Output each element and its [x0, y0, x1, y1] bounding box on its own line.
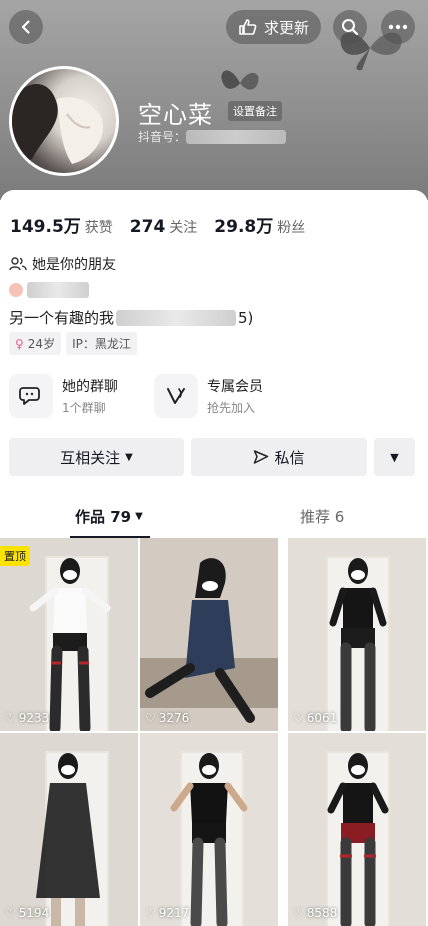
tab-works-label: 作品 79	[75, 508, 132, 526]
video-likes-count: 5194	[18, 906, 50, 920]
person-figure	[170, 753, 248, 926]
video-thumbnail[interactable]: ♡ 9217	[140, 733, 278, 926]
back-button[interactable]	[9, 10, 43, 44]
membership-text: 专属会员 抢先加入	[207, 376, 263, 416]
person-figure	[329, 558, 387, 731]
video-likes-count: 9233	[18, 711, 50, 725]
tags-row: ♀ 24岁 IP：黑龙江	[9, 332, 137, 355]
heart-icon: ♡	[5, 906, 16, 920]
chevron-left-icon	[21, 20, 30, 34]
video-likes: ♡ 5194	[5, 906, 49, 920]
douyin-id-redacted	[186, 129, 287, 144]
friends-icon	[9, 257, 27, 271]
group-chat-sub: 1个群聊	[62, 401, 106, 415]
video-thumbnail[interactable]: ♡ 5194	[0, 733, 138, 926]
video-likes: ♡ 9217	[145, 906, 189, 920]
send-icon	[254, 450, 269, 464]
request-update-label: 求更新	[263, 18, 309, 37]
more-actions-button[interactable]: ▼	[374, 438, 415, 476]
video-thumbnail[interactable]: ♡ 3276	[140, 538, 278, 731]
membership-entry[interactable]: 专属会员 抢先加入	[154, 374, 263, 418]
stats-row: 149.5万 获赞 274 关注 29.8万 粉丝	[10, 212, 322, 237]
tab-recommend-label: 推荐 6	[300, 508, 345, 526]
person-figure	[36, 753, 100, 926]
membership-title: 专属会员	[207, 379, 263, 395]
request-update-button[interactable]: 求更新	[226, 10, 321, 44]
thumb-icon	[239, 19, 257, 35]
person-figure	[327, 753, 389, 926]
message-button[interactable]: 私信	[191, 438, 367, 476]
group-chat-entry[interactable]: 她的群聊 1个群聊	[9, 374, 118, 418]
profile-card: 149.5万 获赞 274 关注 29.8万 粉丝 她是你的朋友 另一个有趣的我…	[0, 190, 428, 926]
video-thumbnail[interactable]: ♡ 8588	[288, 733, 426, 926]
pinned-badge: 置顶	[0, 546, 30, 566]
tab-works[interactable]: 作品 79 ▼	[75, 506, 143, 527]
message-label: 私信	[274, 448, 305, 467]
profile-header: 求更新 空心菜 设置备注 抖音号：	[0, 0, 428, 200]
video-likes-count: 9217	[158, 906, 190, 920]
friend-status-text: 她是你的朋友	[32, 257, 116, 273]
video-likes: ♡ 3276	[145, 711, 189, 725]
following-label[interactable]: 关注	[169, 217, 197, 237]
set-remark-button[interactable]: 设置备注	[228, 101, 282, 121]
membership-v-icon	[167, 388, 185, 404]
likes-count: 149.5万	[10, 217, 81, 237]
group-chat-text: 她的群聊 1个群聊	[62, 376, 118, 416]
likes-label: 获赞	[84, 220, 113, 236]
video-thumbnail[interactable]: ♡ 6061	[288, 538, 426, 731]
chat-bubble-icon	[19, 387, 40, 405]
bio-line-2: 另一个有趣的我 5)	[9, 307, 253, 328]
heart-icon: ♡	[145, 906, 156, 920]
followers-label[interactable]: 粉丝	[277, 217, 305, 237]
bio-line-2-prefix: 另一个有趣的我	[9, 309, 115, 327]
followers-count[interactable]: 29.8万	[214, 212, 273, 237]
ip-text: IP：黑龙江	[72, 337, 131, 351]
group-chat-icon-box	[9, 374, 53, 418]
douyin-id-label: 抖音号：	[138, 130, 187, 144]
avatar[interactable]	[9, 66, 119, 176]
friend-status: 她是你的朋友	[9, 254, 116, 274]
membership-icon-box	[154, 374, 198, 418]
mutual-follow-label: 互相关注	[60, 448, 121, 467]
more-icon	[388, 24, 408, 30]
search-button[interactable]	[333, 10, 367, 44]
content-tabs: 作品 79 ▼ 推荐 6	[0, 498, 428, 538]
following-count[interactable]: 274	[130, 217, 166, 237]
age-text: 24岁	[27, 337, 56, 351]
search-icon	[342, 19, 359, 36]
tab-recommend[interactable]: 推荐 6	[300, 506, 344, 527]
more-button[interactable]	[381, 10, 415, 44]
douyin-id: 抖音号：	[138, 128, 287, 145]
bio-line-1	[9, 282, 89, 298]
caret-down-icon: ▼	[135, 511, 143, 522]
heart-icon: ♡	[293, 711, 304, 725]
heart-icon: ♡	[145, 711, 156, 725]
video-likes-count: 8588	[306, 906, 338, 920]
heart-icon: ♡	[293, 906, 304, 920]
video-likes: ♡ 6061	[293, 711, 337, 725]
bio-line-2-redacted	[116, 309, 237, 326]
age-tag: ♀ 24岁	[9, 332, 62, 355]
caret-down-icon: ▼	[125, 451, 133, 463]
person-figure	[140, 538, 278, 731]
caret-down-icon: ▼	[390, 450, 399, 464]
video-likes-count: 6061	[306, 711, 338, 725]
mutual-follow-button[interactable]: 互相关注 ▼	[9, 438, 184, 476]
video-thumbnail[interactable]: 置顶 ♡ 9233	[0, 538, 138, 731]
heart-icon: ♡	[5, 711, 16, 725]
group-chat-title: 她的群聊	[62, 379, 118, 395]
video-likes-count: 3276	[158, 711, 190, 725]
person-figure	[29, 558, 111, 731]
avatar-image	[12, 84, 103, 169]
bio-redacted	[27, 282, 89, 298]
female-icon: ♀	[15, 336, 24, 351]
nickname: 空心菜	[138, 101, 213, 129]
emoji-icon	[9, 283, 23, 297]
ip-tag: IP：黑龙江	[66, 332, 137, 355]
video-likes: ♡ 8588	[293, 906, 337, 920]
bio-line-2-suffix: 5)	[238, 308, 254, 327]
membership-sub: 抢先加入	[207, 401, 256, 415]
video-likes: ♡ 9233	[5, 711, 49, 725]
